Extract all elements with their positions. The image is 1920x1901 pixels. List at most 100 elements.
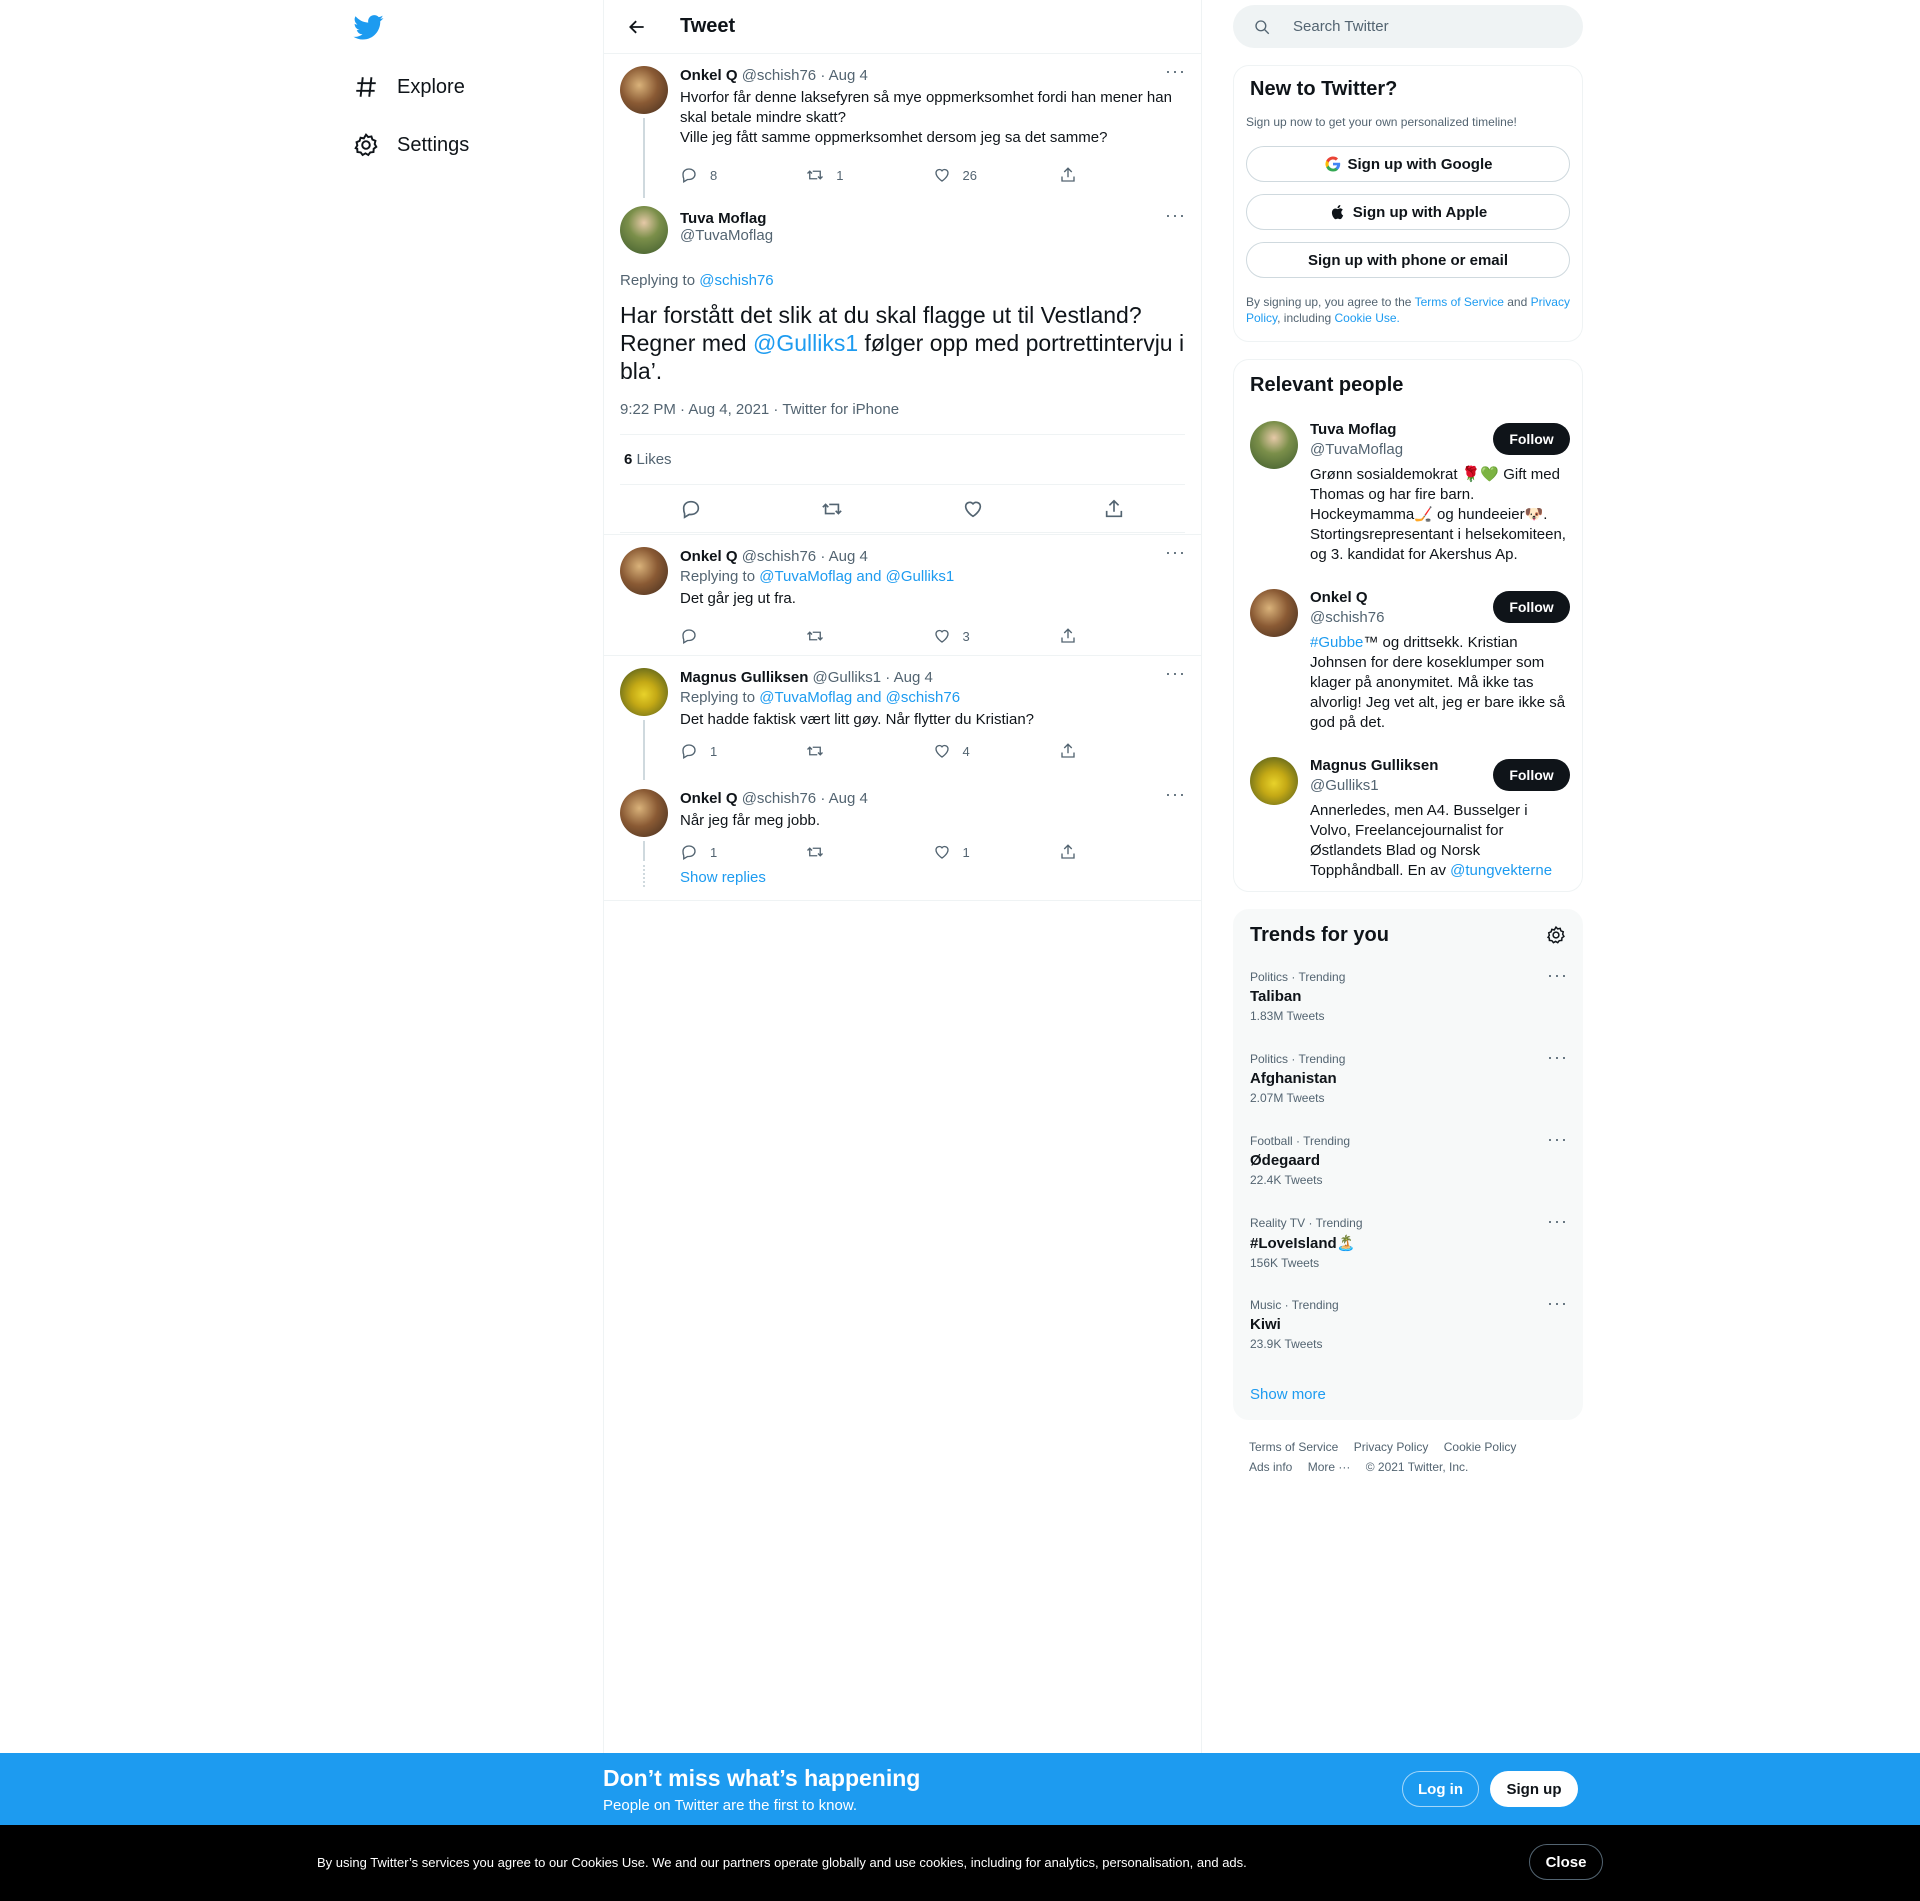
retweet-button[interactable] <box>806 843 932 861</box>
reply-icon[interactable] <box>680 498 702 520</box>
trend-item[interactable]: Reality TV · Trending #LoveIsland🏝️ 156K… <box>1250 1212 1568 1286</box>
hashtag-link[interactable]: #Gubbe <box>1310 634 1363 651</box>
like-button[interactable]: 3 <box>933 627 1059 645</box>
share-button[interactable] <box>1059 742 1185 760</box>
footer-more-link[interactable]: More ··· <box>1308 1460 1351 1474</box>
more-options-icon[interactable]: ··· <box>1547 1294 1568 1312</box>
follow-button[interactable]: Follow <box>1493 759 1570 791</box>
login-button[interactable]: Log in <box>1402 1771 1479 1807</box>
signup-google-button[interactable]: Sign up with Google <box>1246 146 1570 182</box>
retweet-button[interactable] <box>806 742 932 760</box>
tweet-timestamp[interactable]: 9:22 PM · Aug 4, 2021 · Twitter for iPho… <box>620 401 1185 435</box>
author-name[interactable]: Onkel Q <box>680 67 738 84</box>
share-button[interactable] <box>1059 627 1185 645</box>
more-options-icon[interactable]: ··· <box>1547 1130 1568 1148</box>
avatar[interactable] <box>1250 757 1298 805</box>
reply-button[interactable]: 1 <box>680 843 806 861</box>
author-handle[interactable]: @Gulliks1 <box>813 669 882 686</box>
like-button[interactable]: 1 <box>933 843 1059 861</box>
tweet-date[interactable]: · Aug 4 <box>885 669 933 686</box>
avatar[interactable] <box>620 547 668 595</box>
trend-item[interactable]: Politics · Trending Taliban 1.83M Tweets… <box>1250 966 1568 1040</box>
tweet-date[interactable]: · Aug 4 <box>820 790 868 807</box>
person-handle[interactable]: @Gulliks1 <box>1310 777 1379 794</box>
author-handle[interactable]: @schish76 <box>742 548 816 565</box>
author-name[interactable]: Onkel Q <box>680 548 738 565</box>
replying-to-link[interactable]: @schish76 <box>699 272 773 289</box>
replying-to-link[interactable]: @TuvaMoflag and @schish76 <box>759 689 960 706</box>
footer-privacy-link[interactable]: Privacy Policy <box>1354 1440 1429 1454</box>
author-handle[interactable]: @schish76 <box>742 790 816 807</box>
parent-tweet[interactable]: Onkel Q @schish76 · Aug 4 Hvorfor får de… <box>604 54 1201 198</box>
likes-stat[interactable]: 6 Likes <box>620 435 1185 485</box>
twitter-logo-icon[interactable] <box>352 12 386 42</box>
retweet-button[interactable]: 1 <box>806 166 932 184</box>
nav-settings[interactable]: Settings <box>345 122 469 168</box>
signup-apple-button[interactable]: Sign up with Apple <box>1246 194 1570 230</box>
person-handle[interactable]: @TuvaMoflag <box>1310 441 1403 458</box>
avatar[interactable] <box>620 66 668 114</box>
retweet-button[interactable] <box>806 627 932 645</box>
person-item[interactable]: Onkel Q @schish76 Follow #Gubbe™ og drit… <box>1250 589 1570 739</box>
person-item[interactable]: Magnus Gulliksen @Gulliks1 Follow Annerl… <box>1250 757 1570 887</box>
share-button[interactable] <box>1059 843 1185 861</box>
reply-button[interactable]: 1 <box>680 742 806 760</box>
follow-button[interactable]: Follow <box>1493 591 1570 623</box>
author-handle[interactable]: @schish76 <box>742 67 816 84</box>
person-name[interactable]: Magnus Gulliksen <box>1310 757 1438 774</box>
signup-phone-button[interactable]: Sign up with phone or email <box>1246 242 1570 278</box>
person-name[interactable]: Onkel Q <box>1310 589 1368 606</box>
person-name[interactable]: Tuva Moflag <box>1310 421 1396 438</box>
footer-cookie-link[interactable]: Cookie Policy <box>1444 1440 1517 1454</box>
reply-button[interactable] <box>680 627 806 645</box>
more-options-icon[interactable]: ··· <box>1547 1048 1568 1066</box>
show-more-link[interactable]: Show more <box>1250 1386 1326 1403</box>
author-handle[interactable]: @TuvaMoflag <box>680 227 1185 244</box>
reply-tweet[interactable]: Onkel Q @schish76 · Aug 4 Replying to @T… <box>604 535 1201 656</box>
more-options-icon[interactable]: ··· <box>1547 1212 1568 1230</box>
tos-link[interactable]: Terms of Service <box>1415 295 1504 309</box>
reply-tweet[interactable]: Magnus Gulliksen @Gulliks1 · Aug 4 Reply… <box>604 656 1201 780</box>
more-options-icon[interactable]: ··· <box>1165 664 1185 688</box>
avatar[interactable] <box>620 789 668 837</box>
back-button[interactable] <box>620 10 654 44</box>
more-options-icon[interactable]: ··· <box>1165 543 1185 567</box>
gear-icon[interactable] <box>1546 925 1566 945</box>
retweet-icon[interactable] <box>821 498 843 520</box>
heart-icon[interactable] <box>962 498 984 520</box>
mention-link[interactable]: @tungvekterne <box>1450 862 1552 879</box>
author-name[interactable]: Magnus Gulliksen <box>680 669 808 686</box>
more-options-icon[interactable]: ··· <box>1547 966 1568 984</box>
nav-explore[interactable]: Explore <box>345 64 465 110</box>
more-options-icon[interactable]: ··· <box>1165 62 1185 86</box>
avatar[interactable] <box>620 668 668 716</box>
replying-to-link[interactable]: @TuvaMoflag and @Gulliks1 <box>759 568 954 585</box>
mention-link[interactable]: @Gulliks1 <box>753 330 858 356</box>
avatar[interactable] <box>1250 421 1298 469</box>
share-icon[interactable] <box>1103 498 1125 520</box>
follow-button[interactable]: Follow <box>1493 423 1570 455</box>
person-handle[interactable]: @schish76 <box>1310 609 1384 626</box>
tweet-date[interactable]: · Aug 4 <box>820 548 868 565</box>
person-item[interactable]: Tuva Moflag @TuvaMoflag Follow Grønn sos… <box>1250 421 1570 571</box>
trend-item[interactable]: Music · Trending Kiwi 23.9K Tweets ··· <box>1250 1294 1568 1368</box>
more-options-icon[interactable]: ··· <box>1165 785 1185 809</box>
more-options-icon[interactable]: ··· <box>1165 206 1185 230</box>
signup-button[interactable]: Sign up <box>1490 1771 1578 1807</box>
close-button[interactable]: Close <box>1529 1844 1603 1880</box>
share-button[interactable] <box>1059 166 1185 184</box>
cookie-link[interactable]: Cookie Use. <box>1335 311 1400 325</box>
footer-tos-link[interactable]: Terms of Service <box>1249 1440 1338 1454</box>
show-replies-link[interactable]: Show replies <box>680 869 766 886</box>
tweet-date[interactable]: · Aug 4 <box>820 67 868 84</box>
reply-tweet[interactable]: Onkel Q @schish76 · Aug 4 Når jeg får me… <box>604 777 1201 861</box>
avatar[interactable] <box>1250 589 1298 637</box>
author-name[interactable]: Tuva Moflag <box>680 206 1185 227</box>
trend-item[interactable]: Politics · Trending Afghanistan 2.07M Tw… <box>1250 1048 1568 1122</box>
reply-button[interactable]: 8 <box>680 166 806 184</box>
author-name[interactable]: Onkel Q <box>680 790 738 807</box>
like-button[interactable]: 4 <box>933 742 1059 760</box>
footer-ads-link[interactable]: Ads info <box>1249 1460 1292 1474</box>
search-input[interactable]: Search Twitter <box>1233 5 1583 48</box>
avatar[interactable] <box>620 206 668 254</box>
